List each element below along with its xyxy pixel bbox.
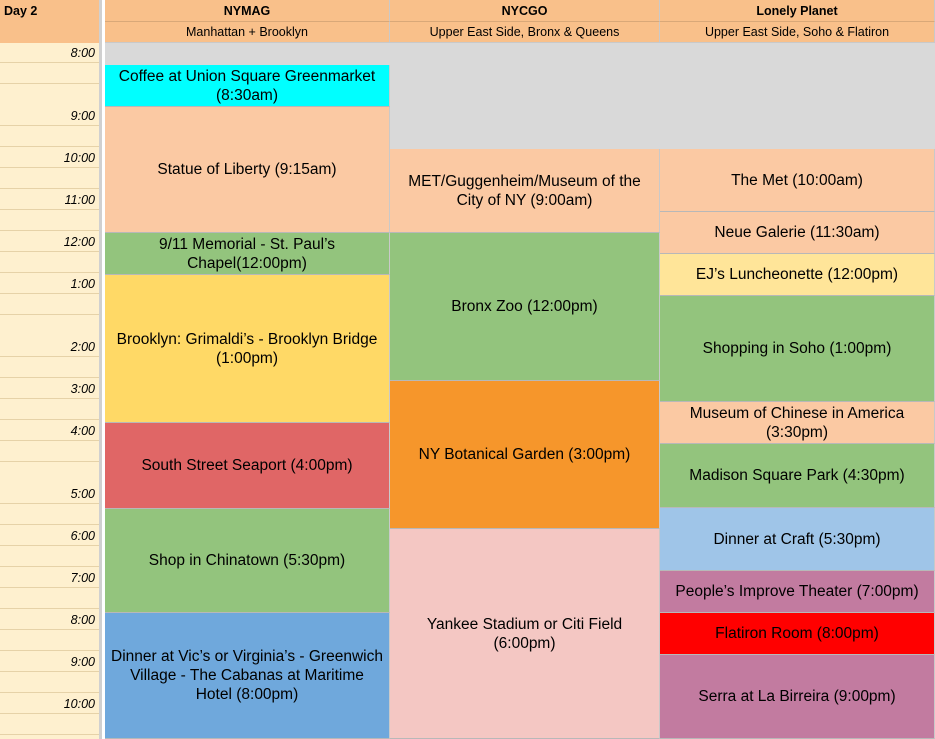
time-gridline: [0, 251, 99, 252]
time-label[interactable]: 10:00: [64, 697, 95, 711]
time-gridline: [0, 146, 99, 147]
time-gridline: [0, 734, 99, 735]
time-gridline: [0, 272, 99, 273]
time-gridline: [0, 314, 99, 315]
event-cell[interactable]: People’s Improve Theater (7:00pm): [660, 571, 935, 613]
time-column: 8:00 9:00 10:00 11:00 12:00 1:00 2:00 3:00 4:00 5…: [0, 43, 102, 739]
event-cell[interactable]: Dinner at Vic’s or Virginia’s - Greenwic…: [105, 613, 390, 739]
event-cell[interactable]: Yankee Stadium or Citi Field (6:00pm): [390, 529, 660, 739]
event-cell[interactable]: South Street Seaport (4:00pm): [105, 423, 390, 509]
event-cell[interactable]: Flatiron Room (8:00pm): [660, 613, 935, 655]
time-label[interactable]: 8:00: [71, 46, 95, 60]
time-gridline: [0, 545, 99, 546]
column-header-nymag[interactable]: NYMAG: [105, 0, 390, 22]
time-label[interactable]: 9:00: [71, 109, 95, 123]
time-label[interactable]: 12:00: [64, 235, 95, 249]
event-cell[interactable]: Serra at La Birreira (9:00pm): [660, 655, 935, 739]
schedule-column-nycgo: MET/Guggenheim/Museum of the City of NY …: [390, 43, 660, 739]
event-cell[interactable]: Neue Galerie (11:30am): [660, 212, 935, 254]
time-gridline: [0, 356, 99, 357]
time-gridline: [0, 167, 99, 168]
event-cell[interactable]: Shop in Chinatown (5:30pm): [105, 509, 390, 613]
itinerary-sheet: Day 2 NYMAG NYCGO Lonely Planet Manhatta…: [0, 0, 935, 739]
time-label[interactable]: 8:00: [71, 613, 95, 627]
corner-header: Day 2: [0, 0, 102, 43]
time-label[interactable]: 5:00: [71, 487, 95, 501]
event-cell[interactable]: NY Botanical Garden (3:00pm): [390, 381, 660, 529]
time-label[interactable]: 6:00: [71, 529, 95, 543]
column-area-nymag[interactable]: Manhattan + Brooklyn: [105, 22, 390, 43]
event-cell[interactable]: Dinner at Craft (5:30pm): [660, 508, 935, 571]
time-gridline: [0, 671, 99, 672]
time-label[interactable]: 11:00: [65, 193, 95, 207]
time-gridline: [0, 209, 99, 210]
event-cell[interactable]: Coffee at Union Square Greenmarket (8:30…: [105, 65, 390, 107]
time-gridline: [0, 377, 99, 378]
time-gridline: [0, 692, 99, 693]
time-gridline: [0, 419, 99, 420]
schedule-column-lonely-planet: The Met (10:00am) Neue Galerie (11:30am) E…: [660, 43, 935, 739]
event-cell[interactable]: EJ’s Luncheonette (12:00pm): [660, 254, 935, 296]
event-cell[interactable]: 9/11 Memorial - St. Paul’s Chapel(12:00p…: [105, 233, 390, 275]
time-gridline: [0, 608, 99, 609]
column-area-lonely-planet[interactable]: Upper East Side, Soho & Flatiron: [660, 22, 935, 43]
event-cell[interactable]: The Met (10:00am): [660, 149, 935, 212]
time-gridline: [0, 188, 99, 189]
column-area-nycgo[interactable]: Upper East Side, Bronx & Queens: [390, 22, 660, 43]
time-gridline: [0, 566, 99, 567]
time-gridline: [0, 293, 99, 294]
time-label[interactable]: 7:00: [71, 571, 95, 585]
day-label: Day 2: [4, 4, 38, 18]
time-gridline: [0, 62, 99, 63]
time-label[interactable]: 1:00: [71, 277, 95, 291]
time-label[interactable]: 4:00: [71, 424, 95, 438]
event-cell[interactable]: Museum of Chinese in America (3:30pm): [660, 402, 935, 444]
schedule-column-nymag: Coffee at Union Square Greenmarket (8:30…: [105, 43, 390, 739]
event-cell[interactable]: MET/Guggenheim/Museum of the City of NY …: [390, 149, 660, 233]
time-gridline: [0, 503, 99, 504]
time-gridline: [0, 587, 99, 588]
time-gridline: [0, 125, 99, 126]
time-gridline: [0, 440, 99, 441]
event-cell[interactable]: Bronx Zoo (12:00pm): [390, 233, 660, 381]
time-gridline: [0, 524, 99, 525]
time-gridline: [0, 461, 99, 462]
time-gridline: [0, 629, 99, 630]
time-gridline: [0, 230, 99, 231]
event-cell[interactable]: Madison Square Park (4:30pm): [660, 444, 935, 508]
time-label[interactable]: 2:00: [71, 340, 95, 354]
time-gridline: [0, 83, 99, 84]
time-label[interactable]: 10:00: [64, 151, 95, 165]
time-gridline: [0, 650, 99, 651]
time-label[interactable]: 9:00: [71, 655, 95, 669]
time-gridline: [0, 713, 99, 714]
column-header-nycgo[interactable]: NYCGO: [390, 0, 660, 22]
time-label[interactable]: 3:00: [71, 382, 95, 396]
column-header-lonely-planet[interactable]: Lonely Planet: [660, 0, 935, 22]
event-cell[interactable]: Statue of Liberty (9:15am): [105, 107, 390, 233]
event-cell[interactable]: Shopping in Soho (1:00pm): [660, 296, 935, 402]
time-gridline: [0, 398, 99, 399]
event-cell[interactable]: Brooklyn: Grimaldi’s - Brooklyn Bridge (…: [105, 275, 390, 423]
